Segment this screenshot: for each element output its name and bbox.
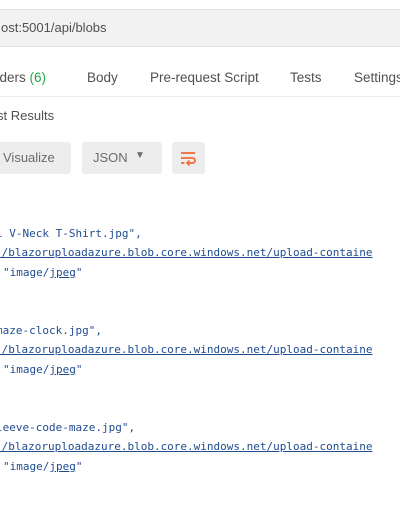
blob-type-line: "image/jpeg" xyxy=(3,363,82,376)
blob-uri-link[interactable]: '/blazoruploadazure.blob.core.windows.ne… xyxy=(0,440,373,453)
blob-uri-link[interactable]: '/blazoruploadazure.blob.core.windows.ne… xyxy=(0,343,373,356)
blob-type-link[interactable]: jpeg xyxy=(49,363,76,376)
tab-tests[interactable]: Tests xyxy=(290,70,322,85)
blob-type-suffix: " xyxy=(75,460,83,473)
tab-headers[interactable]: aders (6) xyxy=(0,70,46,85)
blob-type-suffix: " xyxy=(75,266,83,279)
wrap-lines-icon xyxy=(181,152,196,166)
test-results-tab[interactable]: st Results xyxy=(0,108,54,123)
url-input[interactable]: ost:5001/api/blobs xyxy=(0,9,400,47)
blob-type-prefix: "image/ xyxy=(3,363,50,376)
visualize-label: Visualize xyxy=(3,150,55,165)
tab-headers-count: (6) xyxy=(29,70,47,85)
format-select[interactable]: JSON ▼ xyxy=(82,142,162,174)
blob-type-prefix: "image/ xyxy=(3,460,50,473)
blob-type-line: "image/jpeg" xyxy=(3,266,82,279)
blob-type-link[interactable]: jpeg xyxy=(49,266,76,279)
response-tabs: aders (6) Body Pre-request Script Tests … xyxy=(0,62,400,96)
blob-name-line: leeve-code-maze.jpg", xyxy=(0,421,136,434)
chevron-down-icon: ▼ xyxy=(135,150,145,161)
tab-settings[interactable]: Settings xyxy=(354,70,400,85)
blob-name-line: maze-clock.jpg", xyxy=(0,324,102,337)
visualize-button[interactable]: Visualize xyxy=(0,142,71,174)
tab-divider xyxy=(0,96,400,97)
blob-name-line: l V-Neck T-Shirt.jpg", xyxy=(0,227,142,240)
url-text: ost:5001/api/blobs xyxy=(1,20,107,35)
blob-type-prefix: "image/ xyxy=(3,266,50,279)
wrap-lines-button[interactable] xyxy=(172,142,205,174)
blob-type-line: "image/jpeg" xyxy=(3,460,82,473)
format-label: JSON xyxy=(93,150,128,165)
tab-body[interactable]: Body xyxy=(87,70,118,85)
blob-type-suffix: " xyxy=(75,363,83,376)
blob-uri-link[interactable]: '/blazoruploadazure.blob.core.windows.ne… xyxy=(0,246,373,259)
tab-pre-request-script[interactable]: Pre-request Script xyxy=(150,70,259,85)
blob-type-link[interactable]: jpeg xyxy=(49,460,76,473)
tab-headers-label: aders xyxy=(0,70,26,85)
